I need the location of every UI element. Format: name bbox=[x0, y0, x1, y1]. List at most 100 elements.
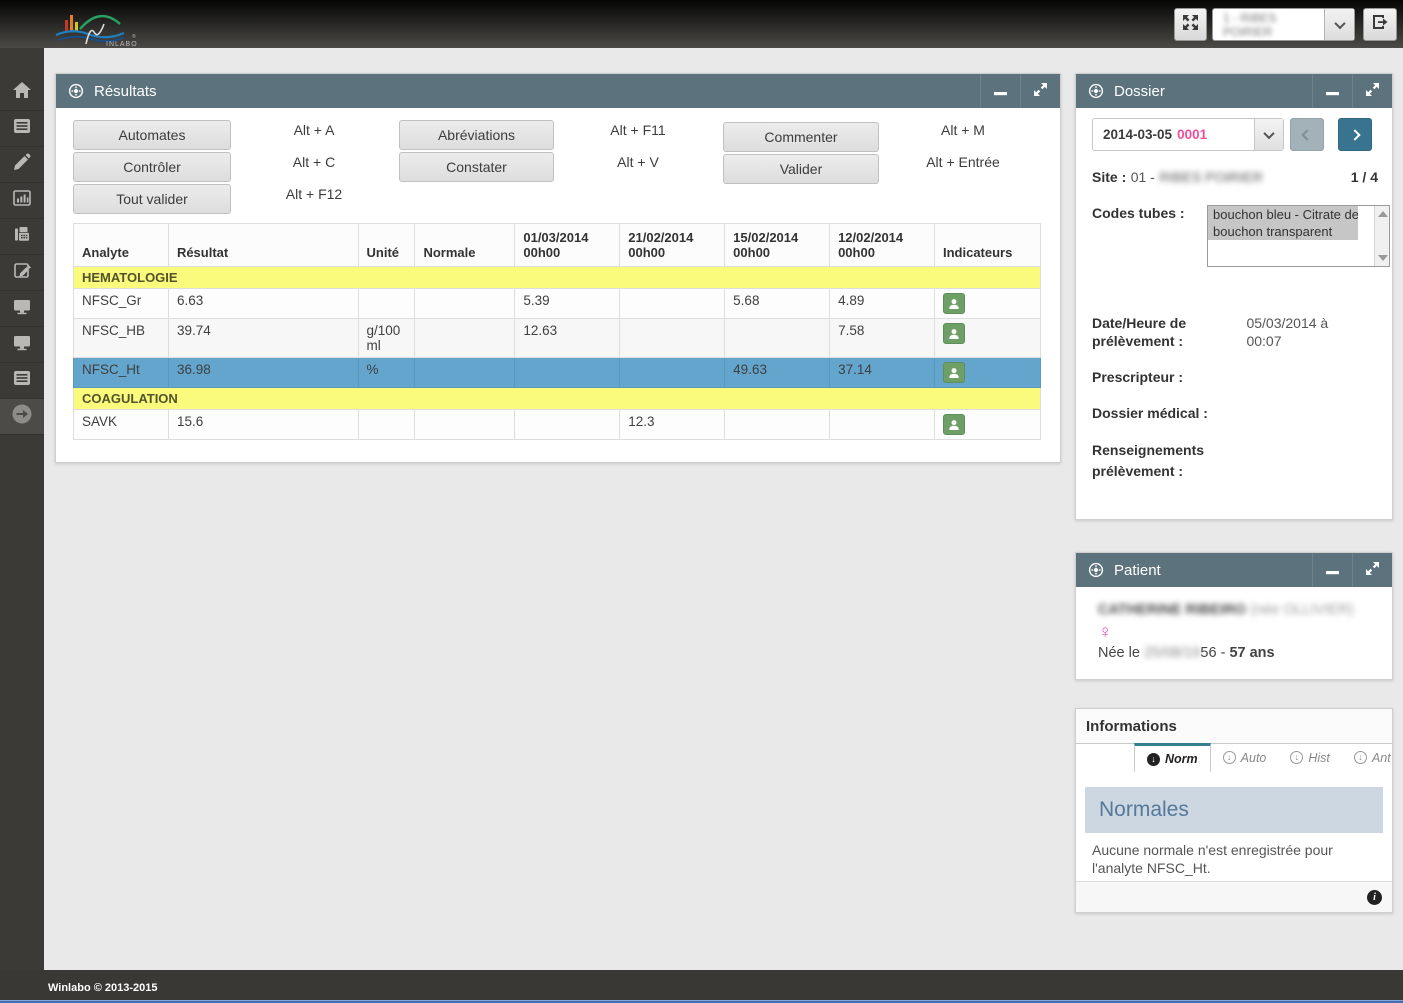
indicator-button[interactable] bbox=[943, 414, 965, 435]
result-cell bbox=[415, 319, 515, 358]
expand-button[interactable] bbox=[1352, 553, 1392, 587]
logout-button[interactable] bbox=[1363, 8, 1397, 41]
shortcut-abreviations: Alt + F11 bbox=[578, 122, 698, 138]
sidebar-item-screen-1[interactable] bbox=[0, 291, 44, 327]
commenter-button[interactable]: Commenter bbox=[723, 122, 879, 152]
previous-record-button[interactable] bbox=[1290, 118, 1324, 151]
minimize-icon bbox=[994, 83, 1007, 100]
circle-down-arrow-icon: ↓ bbox=[1147, 753, 1160, 766]
patient-name: CATHERINE RIBEIRO bbox=[1098, 602, 1246, 618]
sidebar-item-screen-2[interactable] bbox=[0, 327, 44, 363]
table-row[interactable]: SAVK15.612.3 bbox=[74, 410, 1041, 440]
circle-down-arrow-icon: ↓ bbox=[1290, 751, 1303, 764]
shortcut-valider: Alt + Entrée bbox=[903, 154, 1023, 170]
sidebar-item-statistics[interactable] bbox=[0, 183, 44, 219]
tab-ant[interactable]: ↓ Ant bbox=[1342, 743, 1403, 772]
list-item[interactable]: bouchon bleu - Citrate de s bbox=[1208, 206, 1358, 223]
results-panel: Résultats Automates Contrôler Tout valid… bbox=[55, 73, 1061, 463]
indicator-button[interactable] bbox=[943, 362, 965, 383]
next-record-button[interactable] bbox=[1338, 118, 1372, 151]
valider-button[interactable]: Valider bbox=[723, 154, 879, 184]
result-cell bbox=[358, 410, 415, 440]
result-cell bbox=[830, 410, 935, 440]
site-row: Site : 01 - RIBES POIRIER 1 / 4 bbox=[1092, 169, 1378, 187]
logout-icon bbox=[1371, 13, 1389, 36]
result-cell: 12.3 bbox=[620, 410, 725, 440]
sidebar-item-enter-results[interactable] bbox=[0, 255, 44, 291]
result-cell: 37.14 bbox=[830, 358, 935, 388]
codes-tubes-listbox[interactable]: bouchon bleu - Citrate de s bouchon tran… bbox=[1207, 205, 1390, 267]
dossier-panel-header: Dossier bbox=[1076, 74, 1392, 108]
section-label: HEMATOLOGIE bbox=[74, 267, 1041, 289]
sidebar-item-next-record[interactable] bbox=[0, 399, 44, 435]
patient-panel-title: Patient bbox=[1114, 562, 1312, 579]
result-cell: 36.98 bbox=[168, 358, 358, 388]
indicator-button[interactable] bbox=[943, 293, 965, 314]
top-header-bar: INLABO ® 1 - RIBES POIRIER bbox=[0, 0, 1403, 48]
column-header: Unité bbox=[358, 224, 415, 267]
sidebar-item-worklist[interactable] bbox=[0, 111, 44, 147]
expand-button[interactable] bbox=[1352, 74, 1392, 108]
tab-hist[interactable]: ↓ Hist bbox=[1278, 743, 1342, 772]
result-cell bbox=[358, 289, 415, 319]
result-cell bbox=[620, 358, 725, 388]
sidebar-item-journal[interactable] bbox=[0, 363, 44, 399]
result-cell: NFSC_Ht bbox=[74, 358, 169, 388]
user-session-select[interactable]: 1 - RIBES POIRIER bbox=[1212, 8, 1355, 41]
fullscreen-button[interactable] bbox=[1174, 8, 1207, 41]
edit-document-icon bbox=[12, 260, 32, 285]
table-row[interactable]: COAGULATION bbox=[74, 388, 1041, 410]
expand-button[interactable] bbox=[1020, 74, 1060, 108]
controler-button[interactable]: Contrôler bbox=[73, 152, 231, 182]
table-row[interactable]: NFSC_Ht36.98%49.6337.14 bbox=[74, 358, 1041, 388]
monitor-icon bbox=[12, 332, 32, 357]
table-row[interactable]: HEMATOLOGIE bbox=[74, 267, 1041, 289]
abreviations-button[interactable]: Abréviations bbox=[399, 120, 554, 150]
minimize-button[interactable] bbox=[1312, 553, 1352, 587]
tab-label: Auto bbox=[1241, 751, 1267, 765]
expand-icon bbox=[1033, 82, 1048, 101]
result-cell bbox=[725, 410, 830, 440]
sidebar-item-edit[interactable] bbox=[0, 147, 44, 183]
list-item[interactable]: bouchon transparent bbox=[1208, 223, 1358, 240]
scroll-up-icon[interactable] bbox=[1378, 211, 1388, 217]
table-row[interactable]: NFSC_HB39.74g/100 ml12.637.58 bbox=[74, 319, 1041, 358]
minimize-button[interactable] bbox=[980, 74, 1020, 108]
results-panel-title: Résultats bbox=[94, 83, 980, 100]
sidebar-item-home[interactable] bbox=[0, 75, 44, 111]
indicator-cell bbox=[934, 289, 1040, 319]
site-prefix: 01 - bbox=[1131, 169, 1155, 185]
tab-auto[interactable]: ↓ Auto bbox=[1211, 743, 1279, 772]
constater-button[interactable]: Constater bbox=[399, 152, 554, 182]
result-cell bbox=[515, 410, 620, 440]
listbox-scrollbar[interactable] bbox=[1374, 206, 1389, 266]
result-cell: 5.68 bbox=[725, 289, 830, 319]
column-header: Analyte bbox=[74, 224, 169, 267]
indicator-button[interactable] bbox=[943, 323, 965, 344]
sidebar-item-fax[interactable] bbox=[0, 219, 44, 255]
record-select[interactable]: 2014-03-05 0001 bbox=[1092, 118, 1284, 151]
minimize-button[interactable] bbox=[1312, 74, 1352, 108]
scroll-down-icon[interactable] bbox=[1378, 255, 1388, 261]
tout-valider-button[interactable]: Tout valider bbox=[73, 184, 231, 214]
field-label: Dossier médical : bbox=[1092, 405, 1208, 421]
automates-button[interactable]: Automates bbox=[73, 120, 231, 150]
winlabo-logo: INLABO ® bbox=[28, 2, 148, 53]
site-value: RIBES POIRIER bbox=[1159, 169, 1262, 185]
column-header: Normale bbox=[415, 224, 515, 267]
result-cell: 49.63 bbox=[725, 358, 830, 388]
circle-down-arrow-icon: ↓ bbox=[1223, 751, 1236, 764]
bar-chart-icon bbox=[12, 188, 32, 213]
svg-text:®: ® bbox=[132, 33, 136, 40]
footer-copyright: Winlabo © 2013-2015 bbox=[48, 982, 158, 994]
table-row[interactable]: NFSC_Gr6.635.395.684.89 bbox=[74, 289, 1041, 319]
results-table-header-row: AnalyteRésultatUnitéNormale01/03/2014 00… bbox=[74, 224, 1041, 267]
patient-name-row: CATHERINE RIBEIRO (née OLLIVIER) bbox=[1098, 601, 1354, 619]
tab-norm[interactable]: ↓ Norm bbox=[1134, 743, 1211, 772]
column-header: 12/02/2014 00h00 bbox=[830, 224, 935, 267]
info-icon[interactable]: i bbox=[1367, 890, 1382, 905]
person-icon bbox=[948, 367, 960, 379]
expand-icon bbox=[1365, 82, 1380, 101]
result-cell: 7.58 bbox=[830, 319, 935, 358]
record-page-indicator: 1 / 4 bbox=[1351, 169, 1378, 185]
